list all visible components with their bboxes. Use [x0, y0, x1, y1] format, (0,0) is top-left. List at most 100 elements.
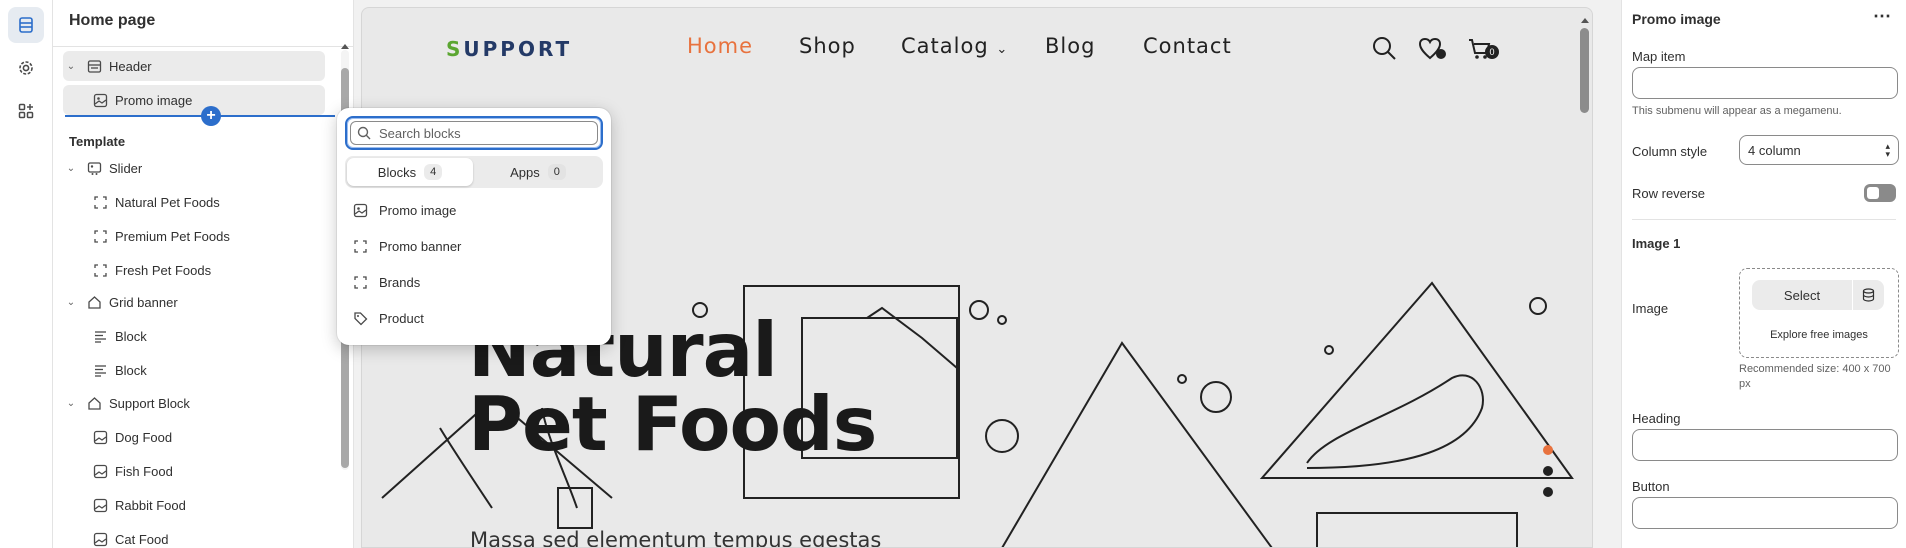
slider-icon — [85, 159, 103, 177]
map-item-input[interactable] — [1632, 67, 1898, 99]
tab-count-badge: 4 — [424, 164, 443, 180]
block-label: Premium Pet Foods — [115, 228, 230, 244]
block-text[interactable]: Block — [63, 355, 325, 385]
image-icon — [91, 496, 109, 514]
page-title: Home page — [69, 12, 156, 29]
block-icon — [91, 261, 109, 279]
sections-nav-button[interactable] — [8, 7, 44, 43]
block-option-brands[interactable]: Brands — [345, 267, 603, 297]
block-fish-food[interactable]: Fish Food — [63, 456, 325, 486]
scrollbar-thumb[interactable] — [1580, 28, 1589, 113]
button-label: Button — [1632, 479, 1670, 494]
block-premium-pet-foods[interactable]: Premium Pet Foods — [63, 221, 325, 251]
chevron-down-icon[interactable]: ⌄ — [63, 61, 79, 72]
block-fresh-pet-foods[interactable]: Fresh Pet Foods — [63, 255, 325, 285]
icon-rail — [0, 0, 53, 548]
block-label: Dog Food — [115, 429, 173, 445]
block-label: Rabbit Food — [115, 497, 186, 513]
section-label: Header — [109, 58, 152, 74]
add-block-plus-icon[interactable]: + — [201, 106, 221, 126]
slider-dot[interactable] — [1543, 466, 1553, 476]
apps-nav-button[interactable] — [8, 93, 44, 129]
block-promo-image[interactable]: Promo image — [63, 85, 325, 115]
section-icon — [85, 293, 103, 311]
template-label: Template — [69, 134, 126, 149]
select-arrows-icon: ▴ ▾ — [1885, 141, 1890, 159]
hero-subheading: Massa sed elementum tempus egestas — [470, 528, 882, 548]
block-option-product[interactable]: Product — [345, 303, 603, 333]
tab-blocks[interactable]: Blocks 4 — [347, 158, 473, 186]
section-label: Support Block — [109, 395, 190, 411]
scroll-up-arrow-icon[interactable] — [1581, 18, 1589, 23]
slider-dot[interactable] — [1543, 487, 1553, 497]
block-option-promo-image[interactable]: Promo image — [345, 195, 603, 225]
column-style-label: Column style — [1632, 144, 1708, 159]
database-icon[interactable] — [1853, 288, 1884, 302]
tab-apps[interactable]: Apps 0 — [475, 158, 601, 186]
settings-title: Promo image — [1632, 11, 1721, 27]
block-icon — [91, 193, 109, 211]
tab-count-badge: 0 — [547, 164, 566, 180]
column-style-select[interactable]: 4 column ▴ ▾ — [1739, 135, 1899, 165]
scroll-up-arrow-icon[interactable] — [341, 44, 349, 49]
gear-icon — [19, 61, 33, 75]
tag-icon — [351, 309, 369, 327]
more-options-icon[interactable]: ⋯ — [1873, 6, 1892, 27]
image-icon — [351, 201, 369, 219]
chevron-down-icon[interactable]: ⌄ — [63, 163, 79, 174]
block-rabbit-food[interactable]: Rabbit Food — [63, 490, 325, 520]
image-1-heading: Image 1 — [1632, 236, 1681, 251]
search-field[interactable] — [345, 116, 603, 150]
image-select-button-group: Select — [1752, 280, 1884, 310]
explore-free-images-link[interactable]: Explore free images — [1740, 329, 1898, 341]
theme-settings-nav-button[interactable] — [8, 50, 44, 86]
block-label: Promo image — [115, 92, 193, 108]
block-cat-food[interactable]: Cat Food — [63, 524, 325, 548]
header-section-icon — [85, 57, 103, 75]
sections-sidebar: Home page ⌄ Header Promo image + Templat… — [53, 0, 354, 548]
popover-tabs: Blocks 4 Apps 0 — [345, 156, 603, 188]
section-label: Grid banner — [109, 294, 178, 310]
row-reverse-toggle[interactable] — [1864, 184, 1896, 202]
section-header[interactable]: ⌄ Header — [63, 51, 325, 81]
block-label: Fresh Pet Foods — [115, 262, 212, 278]
section-support-block[interactable]: ⌄ Support Block — [63, 388, 325, 418]
slider-dot-active[interactable] — [1543, 445, 1553, 455]
block-label: Block — [115, 328, 147, 344]
block-dog-food[interactable]: Dog Food — [63, 422, 325, 452]
text-icon — [91, 361, 109, 379]
search-blocks-input[interactable] — [379, 125, 579, 141]
section-icon — [85, 394, 103, 412]
select-image-button[interactable]: Select — [1752, 288, 1852, 303]
block-icon — [351, 273, 369, 291]
image-label: Image — [1632, 301, 1669, 316]
block-option-promo-banner[interactable]: Promo banner — [345, 231, 603, 261]
sections-icon — [19, 17, 33, 33]
section-label: Slider — [109, 160, 143, 176]
section-grid-banner[interactable]: ⌄ Grid banner — [63, 287, 325, 317]
divider — [1632, 219, 1896, 220]
block-settings-panel: Promo image ⋯ Map item This submenu will… — [1621, 0, 1906, 548]
heading-input[interactable] — [1632, 429, 1898, 461]
image-icon — [91, 91, 109, 109]
image-icon — [91, 530, 109, 548]
block-text[interactable]: Block — [63, 321, 325, 351]
apps-icon — [18, 103, 34, 119]
image-icon — [91, 428, 109, 446]
recommended-size-hint: Recommended size: 400 x 700 px — [1739, 363, 1891, 390]
image-picker: Select Explore free images — [1739, 268, 1899, 358]
map-item-label: Map item — [1632, 49, 1686, 64]
chevron-down-icon[interactable]: ⌄ — [63, 398, 79, 409]
text-icon — [91, 327, 109, 345]
block-natural-pet-foods[interactable]: Natural Pet Foods — [63, 187, 325, 217]
block-label: Block — [115, 362, 147, 378]
search-icon — [357, 126, 371, 140]
chevron-down-icon[interactable]: ⌄ — [63, 297, 79, 308]
preview-scrollbar[interactable] — [1580, 18, 1589, 538]
section-slider[interactable]: ⌄ Slider — [63, 153, 325, 183]
theme-editor: Home page ⌄ Header Promo image + Templat… — [0, 0, 1906, 548]
add-block-popover: Blocks4 Apps0 Promo image Promo banner B… — [337, 108, 611, 345]
button-input[interactable] — [1632, 497, 1898, 529]
insert-indicator — [65, 115, 335, 117]
block-icon — [91, 227, 109, 245]
